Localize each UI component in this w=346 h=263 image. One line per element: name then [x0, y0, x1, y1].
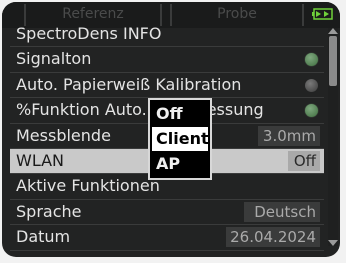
menu-row-label: Signalton	[16, 49, 92, 69]
scroll-up-icon[interactable]	[328, 28, 338, 34]
menu-row-label: Messblende	[16, 125, 111, 145]
scroll-thumb[interactable]	[329, 36, 337, 86]
menu-row-label: Aktive Funktionen	[16, 176, 160, 196]
status-led-icon	[305, 78, 318, 92]
menu-row-sprache[interactable]: Sprache Deutsch	[10, 200, 324, 226]
sprache-value[interactable]: Deutsch	[244, 201, 320, 222]
wlan-value[interactable]: Off	[288, 150, 320, 171]
popup-option-client[interactable]: Client	[152, 127, 209, 151]
scroll-down-icon[interactable]	[328, 240, 338, 246]
menu-row-label: %Funktion Auto. Weißmessung	[16, 100, 264, 120]
menu-row-papierweiss-kalibration[interactable]: Auto. Papierweiß Kalibration	[10, 73, 324, 99]
datum-value[interactable]: 26.04.2024	[226, 227, 320, 248]
battery-icon	[312, 8, 333, 20]
device-screen: Referenz Probe SpectroDens INFO Signalto…	[2, 2, 340, 257]
menu-row-label: Auto. Papierweiß Kalibration	[16, 74, 242, 94]
menu-row-label: Datum	[16, 227, 71, 247]
messblende-value[interactable]: 3.0mm	[258, 125, 320, 146]
status-led-icon	[305, 53, 318, 67]
menu-row-label: WLAN	[16, 150, 65, 170]
popup-option-ap[interactable]: AP	[152, 152, 208, 176]
scrollbar[interactable]	[328, 28, 338, 246]
menu-row-label: SpectroDens INFO	[16, 24, 162, 43]
menu-row-spectrodens-info[interactable]: SpectroDens INFO	[10, 22, 324, 48]
popup-option-off[interactable]: Off	[152, 102, 208, 126]
menu-row-signalton[interactable]: Signalton	[10, 47, 324, 73]
status-led-icon	[305, 104, 318, 118]
menu-row-datum[interactable]: Datum 26.04.2024	[10, 225, 324, 251]
menu-row-label: Sprache	[16, 201, 82, 221]
wlan-mode-popup: Off Client AP	[148, 98, 212, 180]
